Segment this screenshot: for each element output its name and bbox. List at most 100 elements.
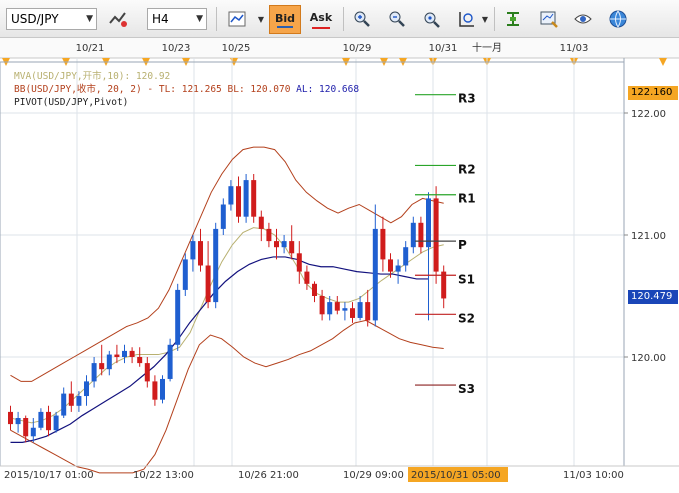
candle-body <box>319 296 325 315</box>
candle-body <box>30 427 36 437</box>
zoom-out-button[interactable] <box>382 5 412 33</box>
top-date-label: 10/31 <box>429 43 458 54</box>
candle-body <box>395 265 401 272</box>
bottom-date-label: 10/26 21:00 <box>238 470 299 481</box>
toolbar-separator <box>494 7 495 31</box>
zoom-fit-icon <box>424 12 440 28</box>
globe-icon <box>609 10 627 28</box>
candle-body <box>418 222 424 248</box>
mva-legend: MVA(USD/JPY,开市,10): 120.92 <box>14 71 171 82</box>
top-date-label: 十一月 <box>472 41 502 54</box>
drawing-tools-icon <box>507 12 519 26</box>
indicator-legend: MVA(USD/JPY,开市,10): 120.92 BB(USD/JPY,收市… <box>14 70 359 109</box>
pivot-label-r2: R2 <box>458 162 476 176</box>
indicator-button[interactable] <box>103 5 133 33</box>
candle-body <box>213 228 219 303</box>
symbol-select[interactable]: USD/JPY ▼ <box>6 8 97 30</box>
candle-body <box>68 393 74 406</box>
top-date-label: 10/21 <box>76 43 105 54</box>
zoom-fit-button[interactable] <box>417 5 447 33</box>
candle-body <box>274 241 279 248</box>
zoom-in-icon <box>354 11 370 27</box>
bb-legend-bl: BL: 120.070 <box>227 84 291 95</box>
zoom-out-icon <box>389 11 405 27</box>
candle-body <box>61 393 67 416</box>
candle-body <box>220 204 226 229</box>
candle-body <box>205 265 211 303</box>
candle-body <box>122 350 127 357</box>
candle-body <box>46 411 51 431</box>
chart-settings-button[interactable] <box>534 5 564 33</box>
chevron-down-icon: ▼ <box>481 14 489 24</box>
candle-body <box>357 302 363 318</box>
pivot-label-r1: R1 <box>458 192 476 206</box>
candle-body <box>388 259 393 272</box>
bid-button[interactable]: Bid <box>269 5 301 34</box>
candle-body <box>38 411 44 428</box>
candle-body <box>289 241 295 254</box>
candle-body <box>198 241 203 266</box>
candle-body <box>106 354 112 370</box>
candle-body <box>433 198 439 272</box>
price-tick-label: 121.00 <box>631 231 666 242</box>
candle-body <box>182 259 188 290</box>
pivot-label-p: P <box>458 238 467 252</box>
bottom-date-label: 2015/10/31 05:00 <box>411 470 501 481</box>
candle-body <box>190 241 196 260</box>
candle-body <box>251 180 257 217</box>
candle-body <box>380 228 386 260</box>
candle-body <box>327 302 333 315</box>
candle-body <box>84 381 89 397</box>
top-date-label: 10/23 <box>162 43 191 54</box>
candle-body <box>372 228 378 321</box>
candle-body <box>129 350 135 357</box>
crosshair-icon <box>459 12 474 27</box>
symbol-value: USD/JPY <box>11 12 59 26</box>
candle-body <box>76 396 82 406</box>
crosshair-dropdown[interactable]: ▼ <box>480 5 490 33</box>
zoom-in-button[interactable] <box>347 5 377 33</box>
bid-label: Bid <box>274 12 296 25</box>
bb-legend-al: AL: 120.668 <box>296 84 360 95</box>
candle-body <box>144 363 150 382</box>
candle-body <box>334 302 340 311</box>
candle-body <box>114 354 120 357</box>
bb-legend-tl: TL: 121.265 <box>158 84 222 95</box>
toolbar-separator <box>343 7 344 31</box>
bb-legend-prefix: BB(USD/JPY,收市, 20, 2) - <box>14 84 154 95</box>
crosshair-button[interactable] <box>452 5 482 33</box>
bb-legend: BB(USD/JPY,收市, 20, 2) - TL: 121.265 BL: … <box>14 83 359 96</box>
top-date-label: 10/29 <box>343 43 372 54</box>
timeframe-select[interactable]: H4 ▼ <box>147 8 207 30</box>
pivot-label-s3: S3 <box>458 382 475 396</box>
candle-body <box>91 363 97 382</box>
chart-settings-icon <box>540 11 558 28</box>
top-date-label: 11/03 <box>560 43 589 54</box>
toolbar-separator <box>216 7 217 31</box>
bottom-date-label: 11/03 10:00 <box>563 470 624 481</box>
candle-body <box>236 186 241 217</box>
ask-button[interactable]: Ask <box>305 5 337 34</box>
candle-body <box>350 308 355 318</box>
price-tick-label: 120.00 <box>631 353 666 364</box>
chart-type-dropdown[interactable]: ▼ <box>256 5 266 33</box>
ask-underline <box>312 27 330 29</box>
candle-body <box>15 418 21 425</box>
candle-body <box>281 241 287 248</box>
chart-type-icon <box>228 11 246 27</box>
chart-type-button[interactable] <box>222 5 252 33</box>
web-button[interactable] <box>603 5 633 33</box>
candle-body <box>403 247 409 266</box>
bottom-date-label: 10/22 13:00 <box>133 470 194 481</box>
drawing-tools-button[interactable] <box>498 5 528 33</box>
candle-body <box>243 180 249 217</box>
chevron-down-icon: ▼ <box>196 14 203 24</box>
eye-icon <box>574 14 592 24</box>
bid-underline <box>277 26 293 28</box>
view-button[interactable] <box>568 5 598 33</box>
candle-body <box>53 415 59 431</box>
candle-body <box>167 344 173 379</box>
candle-body <box>152 381 158 400</box>
timeframe-value: H4 <box>152 12 169 26</box>
chevron-down-icon: ▼ <box>86 14 93 24</box>
